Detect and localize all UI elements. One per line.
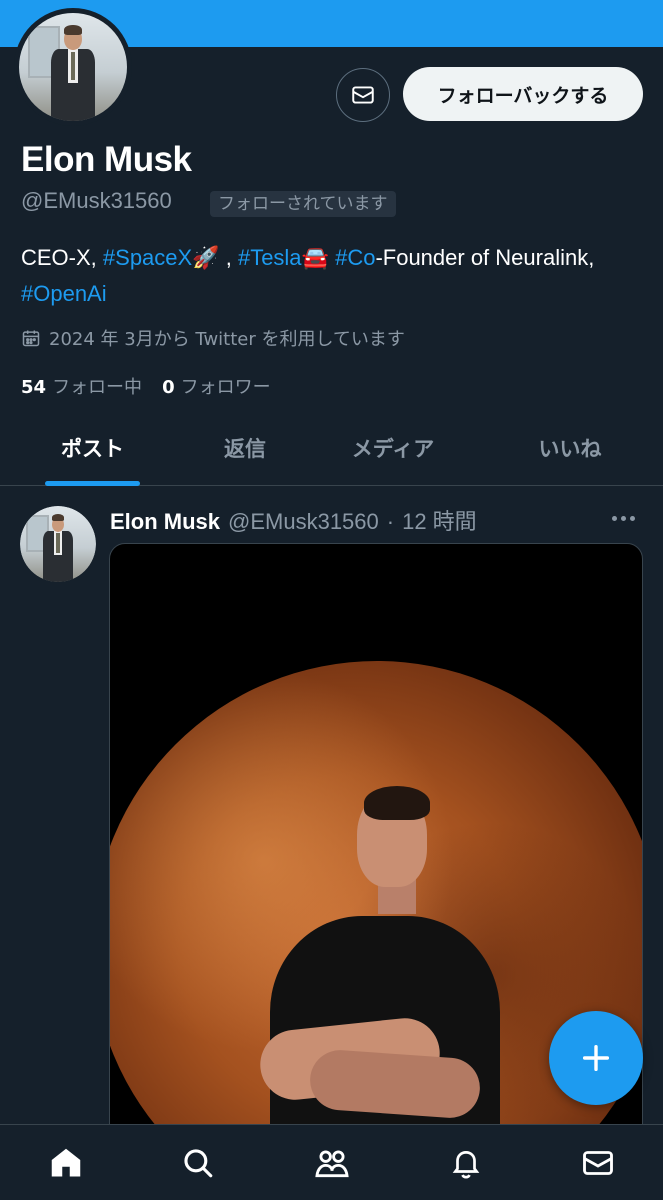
- profile-handle: @EMusk31560: [21, 188, 172, 213]
- active-tab-indicator: [45, 481, 140, 486]
- plus-icon: [582, 1044, 610, 1072]
- profile-screen: フォローバックする Elon Musk @EMusk31560 フォローされてい…: [0, 0, 663, 1200]
- home-icon: [51, 1148, 81, 1177]
- hashtag-link-co[interactable]: #Co: [335, 245, 375, 270]
- more-horizontal-icon[interactable]: [612, 510, 642, 526]
- post-separator: ·: [386, 509, 395, 534]
- calendar-icon: [22, 330, 40, 347]
- rocket-emoji: 🚀: [192, 245, 220, 270]
- follows-you-badge: フォローされています: [210, 191, 396, 217]
- nav-communities[interactable]: [312, 1143, 352, 1183]
- tab-replies[interactable]: 返信: [185, 420, 305, 486]
- bio-text: CEO-X,: [21, 245, 103, 270]
- post-author-avatar[interactable]: [20, 506, 96, 582]
- compose-post-button[interactable]: [549, 1011, 643, 1105]
- avatar-photo: [19, 13, 127, 121]
- nav-home[interactable]: [46, 1143, 86, 1183]
- car-emoji: 🚘: [301, 245, 329, 270]
- following-count: 54: [21, 377, 47, 398]
- profile-tabs: ポスト 返信 メディア いいね: [0, 420, 663, 486]
- communities-icon: [315, 1150, 349, 1178]
- following-stat[interactable]: 54 フォロー中: [21, 373, 142, 399]
- post-header: Elon Musk @EMusk31560 · 12 時間: [110, 504, 477, 536]
- profile-bio: CEO-X, #SpaceX🚀 , #Tesla🚘 #Co-Founder of…: [21, 240, 641, 312]
- nav-messages[interactable]: [578, 1143, 618, 1183]
- tab-likes[interactable]: いいね: [510, 420, 630, 486]
- person-arm: [308, 1048, 482, 1120]
- bell-icon: [452, 1151, 480, 1179]
- hashtag-link-spacex[interactable]: #SpaceX: [103, 245, 192, 270]
- bio-text: -Founder of Neuralink,: [375, 245, 595, 270]
- followers-stat[interactable]: 0 フォロワー: [162, 373, 271, 399]
- follow-back-button[interactable]: フォローバックする: [403, 67, 643, 121]
- following-label: フォロー中: [52, 377, 143, 398]
- join-date-text: 2024 年 3月から Twitter を利用しています: [49, 329, 405, 350]
- nav-search[interactable]: [178, 1143, 218, 1183]
- join-date: 2024 年 3月から Twitter を利用しています: [21, 325, 405, 351]
- person-hair: [364, 786, 430, 820]
- followers-label: フォロワー: [180, 377, 271, 398]
- followers-count: 0: [162, 377, 175, 398]
- avatar-photo: [20, 506, 96, 582]
- post-author-handle[interactable]: @EMusk31560: [228, 509, 379, 535]
- tab-posts[interactable]: ポスト: [30, 420, 155, 486]
- profile-stats: 54 フォロー中 0 フォロワー: [21, 373, 271, 399]
- profile-avatar[interactable]: [14, 8, 132, 126]
- mail-icon: [352, 86, 374, 104]
- search-icon: [184, 1149, 213, 1178]
- message-button[interactable]: [336, 68, 390, 122]
- hashtag-link-tesla[interactable]: #Tesla: [238, 245, 302, 270]
- hashtag-link-openai[interactable]: #OpenAi: [21, 281, 107, 306]
- bottom-navigation: [0, 1124, 663, 1200]
- tab-media[interactable]: メディア: [328, 420, 458, 486]
- profile-name: Elon Musk: [21, 140, 192, 179]
- bio-text: ,: [219, 245, 238, 270]
- post-author-name[interactable]: Elon Musk: [110, 509, 220, 535]
- mail-icon: [583, 1151, 613, 1175]
- post-time[interactable]: 12 時間: [402, 504, 477, 536]
- nav-notifications[interactable]: [446, 1143, 486, 1183]
